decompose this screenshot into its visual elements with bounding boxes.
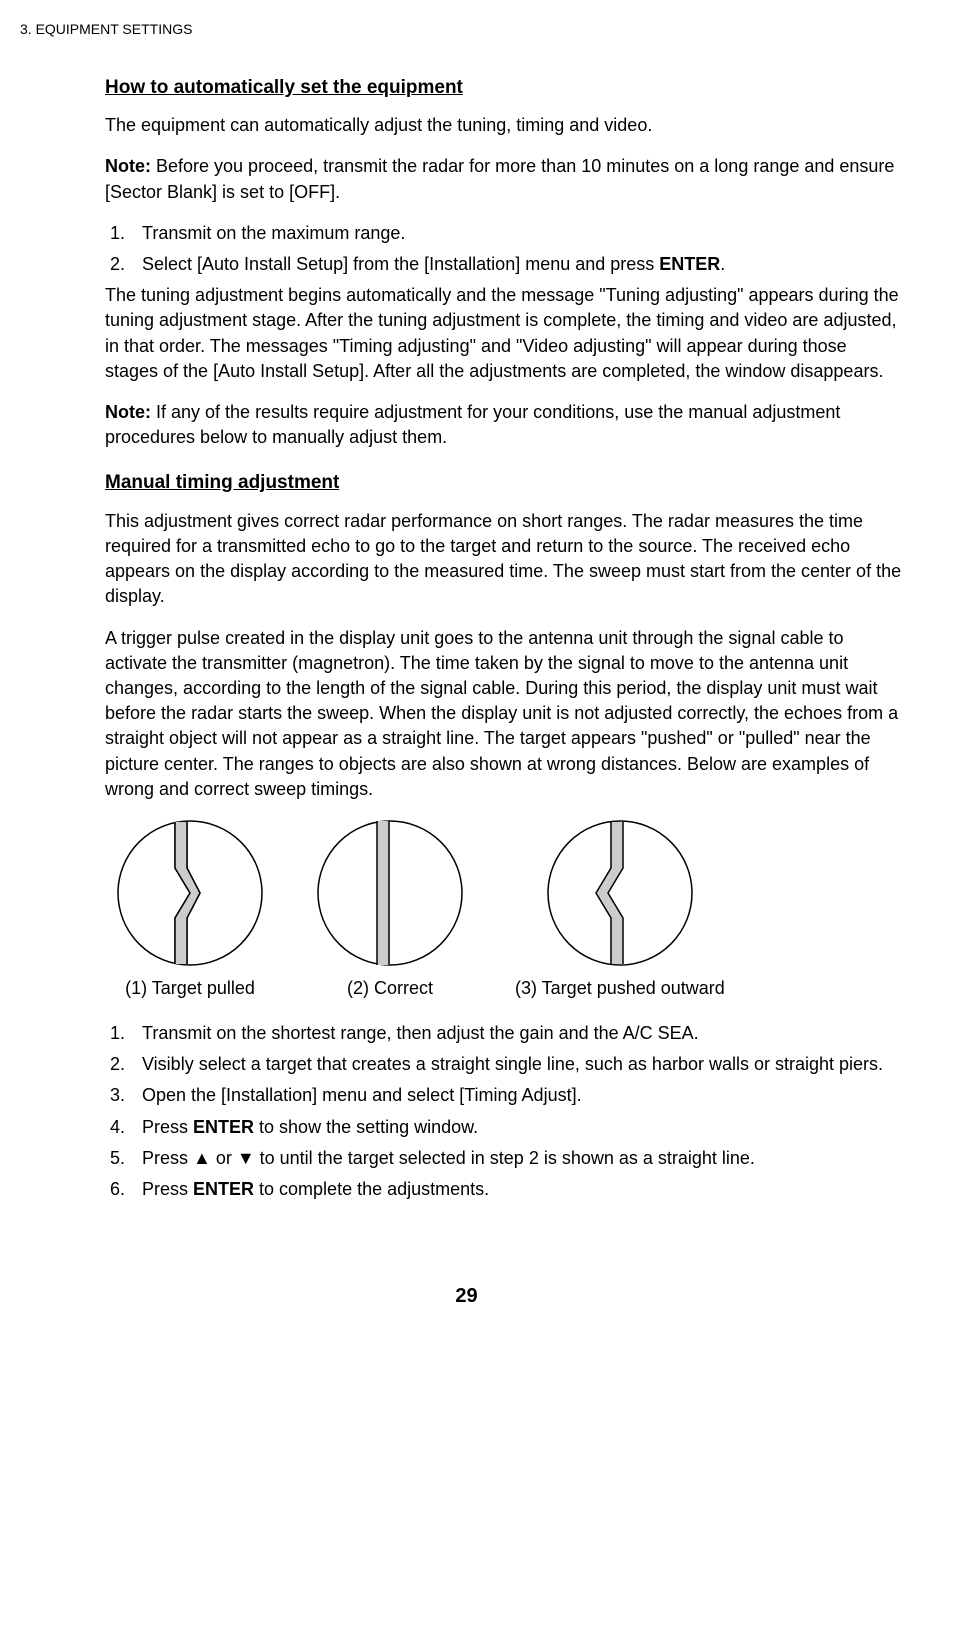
section1-p1: The equipment can automatically adjust t… [105,113,903,138]
list-item: Press ENTER to complete the adjustments. [130,1177,903,1202]
list-item: Select [Auto Install Setup] from the [In… [130,252,903,277]
list-item: Open the [Installation] menu and select … [130,1083,903,1108]
list-item: Press ▲ or ▼ to until the target selecte… [130,1146,903,1171]
figure-2: (2) Correct [315,818,465,1001]
note1-text: Before you proceed, transmit the radar f… [105,156,894,201]
target-pushed-icon [545,818,695,968]
figure-3: (3) Target pushed outward [515,818,725,1001]
enter-key: ENTER [193,1117,254,1137]
note-label: Note: [105,402,151,422]
page-number: 29 [20,1282,913,1310]
section1-list: Transmit on the maximum range. Select [A… [105,221,903,277]
section2-title: Manual timing adjustment [105,470,903,497]
note2-text: If any of the results require adjustment… [105,402,840,447]
target-correct-icon [315,818,465,968]
enter-key: ENTER [659,254,720,274]
caption-1: (1) Target pulled [125,976,255,1001]
section2-p1: This adjustment gives correct radar perf… [105,509,903,610]
target-pulled-icon [115,818,265,968]
period: . [720,254,725,274]
timing-diagrams: (1) Target pulled (2) Correct (3) Target… [115,818,903,1001]
section1-title: How to automatically set the equipment [105,75,903,102]
list-text: Press [142,1179,193,1199]
enter-key: ENTER [193,1179,254,1199]
list-text: Press [142,1117,193,1137]
list-item: Press ENTER to show the setting window. [130,1115,903,1140]
section1-p2: The tuning adjustment begins automatical… [105,283,903,384]
list-suffix: to complete the adjustments. [254,1179,489,1199]
section2-p2: A trigger pulse created in the display u… [105,626,903,802]
list-text: Select [Auto Install Setup] from the [In… [142,254,659,274]
list-item: Transmit on the maximum range. [130,221,903,246]
section1-note2: Note: If any of the results require adju… [105,400,903,450]
section1-note1: Note: Before you proceed, transmit the r… [105,154,903,204]
list-suffix: to show the setting window. [254,1117,478,1137]
section2-list: Transmit on the shortest range, then adj… [105,1021,903,1202]
note-label: Note: [105,156,151,176]
list-item: Transmit on the shortest range, then adj… [130,1021,903,1046]
list-item: Visibly select a target that creates a s… [130,1052,903,1077]
figure-1: (1) Target pulled [115,818,265,1001]
page-content: How to automatically set the equipment T… [105,75,903,1203]
caption-3: (3) Target pushed outward [515,976,725,1001]
chapter-header: 3. EQUIPMENT SETTINGS [20,20,913,40]
caption-2: (2) Correct [347,976,433,1001]
